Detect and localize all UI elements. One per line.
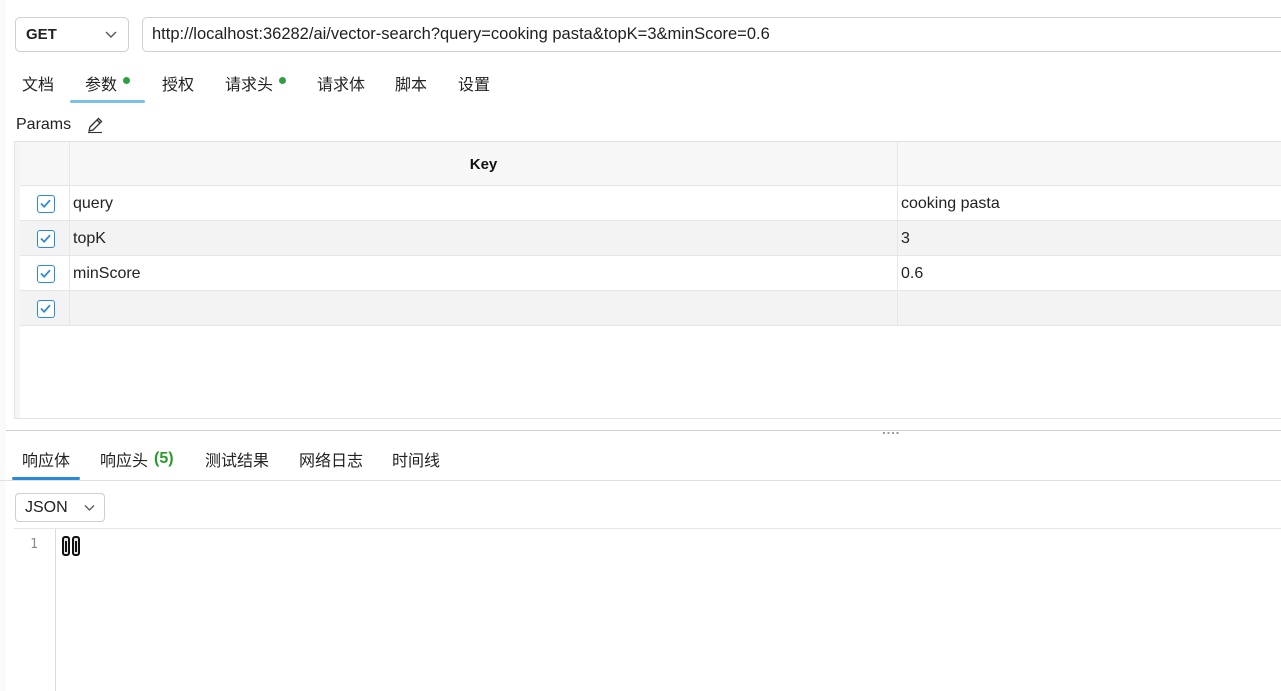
- check-icon: [40, 304, 51, 314]
- response-editor[interactable]: 1: [14, 528, 1281, 691]
- panel-splitter[interactable]: [6, 430, 1281, 435]
- param-key-cell[interactable]: minScore: [70, 256, 898, 291]
- tab-scripts[interactable]: 脚本: [395, 64, 427, 102]
- method-label: GET: [26, 26, 57, 43]
- tab-response-headers[interactable]: 响应头 (5): [100, 437, 174, 480]
- tab-headers[interactable]: 请求头: [225, 64, 287, 102]
- request-bar: GET http://localhost:36282/ai/vector-sea…: [0, 0, 1281, 64]
- row-checkbox-cell: [20, 291, 70, 326]
- tab-response-body[interactable]: 响应体: [11, 437, 81, 480]
- column-header-key: Key: [70, 142, 898, 186]
- tab-params[interactable]: 参数: [69, 64, 146, 103]
- table-header: Key: [20, 142, 1281, 186]
- tab-label: 授权: [162, 77, 195, 94]
- bracket-close-glyph: [72, 536, 80, 556]
- params-table: Key query cooking pasta topK 3 minScore …: [14, 141, 1281, 419]
- check-icon: [40, 199, 51, 209]
- table-row: [20, 291, 1281, 326]
- table-row: minScore 0.6: [20, 256, 1281, 291]
- tab-label: 参数: [85, 77, 118, 94]
- check-icon: [40, 234, 51, 244]
- param-value-cell[interactable]: [899, 291, 1281, 326]
- method-select[interactable]: GET: [15, 17, 129, 52]
- tab-label: 请求头: [225, 77, 274, 94]
- tab-label: 测试结果: [205, 452, 270, 470]
- tab-label: 响应体: [22, 452, 71, 470]
- tab-network-log[interactable]: 网络日志: [299, 437, 363, 480]
- tab-timeline[interactable]: 时间线: [392, 437, 440, 480]
- tab-label: 文档: [22, 77, 55, 94]
- response-tabs: 响应体 响应头 (5) 测试结果 网络日志 时间线: [0, 437, 1281, 481]
- tab-label: 请求体: [317, 77, 366, 94]
- row-checkbox-cell: [20, 186, 70, 221]
- tab-test-results[interactable]: 测试结果: [205, 437, 269, 480]
- response-body-text: [62, 532, 82, 557]
- pencil-icon[interactable]: [85, 115, 105, 135]
- line-gutter: 1: [14, 529, 56, 691]
- response-format-select[interactable]: JSON: [15, 493, 105, 522]
- tab-docs[interactable]: 文档: [22, 64, 54, 102]
- params-header: Params: [16, 114, 105, 136]
- chevron-down-icon: [84, 505, 95, 511]
- row-checkbox-cell: [20, 256, 70, 291]
- modified-dot-icon: [123, 76, 131, 84]
- check-icon: [40, 269, 51, 279]
- param-key-cell[interactable]: [70, 291, 898, 326]
- table-row: query cooking pasta: [20, 186, 1281, 221]
- row-checkbox[interactable]: [37, 265, 55, 283]
- param-value-cell[interactable]: 3: [899, 221, 1281, 256]
- format-label: JSON: [25, 498, 68, 516]
- tab-label: 脚本: [395, 77, 428, 94]
- table-row: topK 3: [20, 221, 1281, 256]
- tab-label: 时间线: [392, 452, 441, 470]
- row-checkbox-cell: [20, 221, 70, 256]
- tab-auth[interactable]: 授权: [162, 64, 194, 102]
- tab-label: 设置: [458, 77, 491, 94]
- tab-settings[interactable]: 设置: [458, 64, 490, 102]
- request-tabs: 文档 参数 授权 请求头 请求体 脚本 设置: [0, 64, 1281, 104]
- url-input[interactable]: http://localhost:36282/ai/vector-search?…: [142, 17, 1281, 52]
- tab-body[interactable]: 请求体: [317, 64, 365, 102]
- row-checkbox[interactable]: [37, 195, 55, 213]
- header-checkbox-cell: [20, 142, 70, 186]
- modified-dot-icon: [279, 76, 287, 84]
- tab-label: 响应头: [100, 452, 149, 470]
- param-key-cell[interactable]: topK: [70, 221, 898, 256]
- param-value-cell[interactable]: cooking pasta: [899, 186, 1281, 221]
- row-checkbox[interactable]: [37, 230, 55, 248]
- chevron-down-icon: [105, 31, 117, 38]
- url-text: http://localhost:36282/ai/vector-search?…: [152, 25, 770, 43]
- drag-handle-icon: [883, 432, 899, 434]
- param-key-cell[interactable]: query: [70, 186, 898, 221]
- bracket-open-glyph: [62, 536, 70, 556]
- line-number: 1: [30, 537, 38, 552]
- params-table-body: Key query cooking pasta topK 3 minScore …: [20, 142, 1281, 418]
- header-count-badge: (5): [154, 449, 174, 467]
- param-value-cell[interactable]: 0.6: [899, 256, 1281, 291]
- tab-label: 网络日志: [299, 452, 364, 470]
- row-checkbox[interactable]: [37, 300, 55, 318]
- params-title: Params: [16, 116, 72, 133]
